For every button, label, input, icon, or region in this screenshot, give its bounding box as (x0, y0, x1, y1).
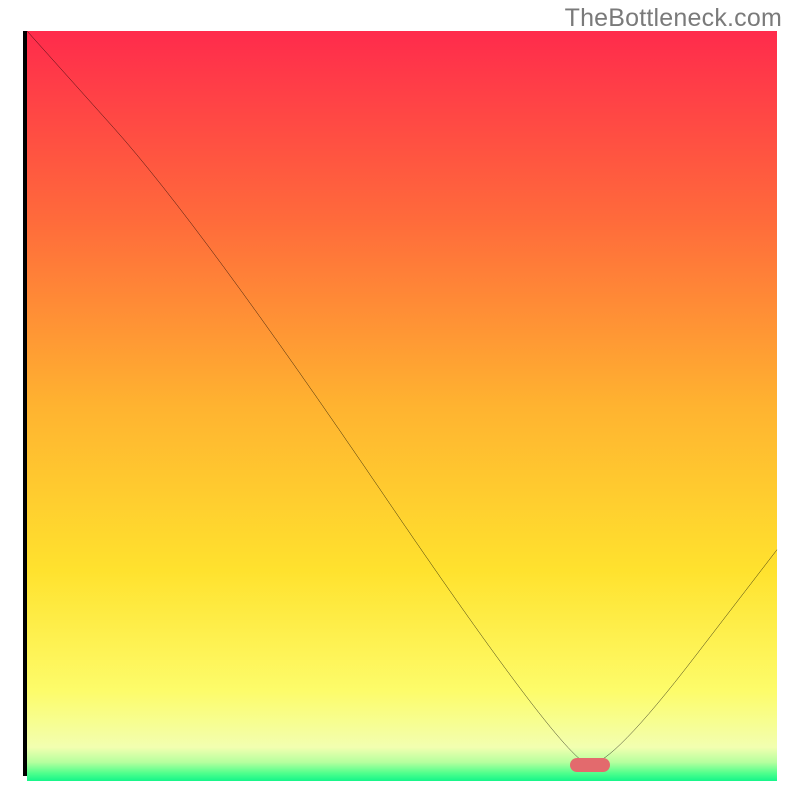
watermark-text: TheBottleneck.com (565, 4, 782, 33)
optimal-point-marker (570, 758, 610, 772)
chart-line-series (27, 31, 777, 772)
chart-plot-area (23, 31, 777, 776)
